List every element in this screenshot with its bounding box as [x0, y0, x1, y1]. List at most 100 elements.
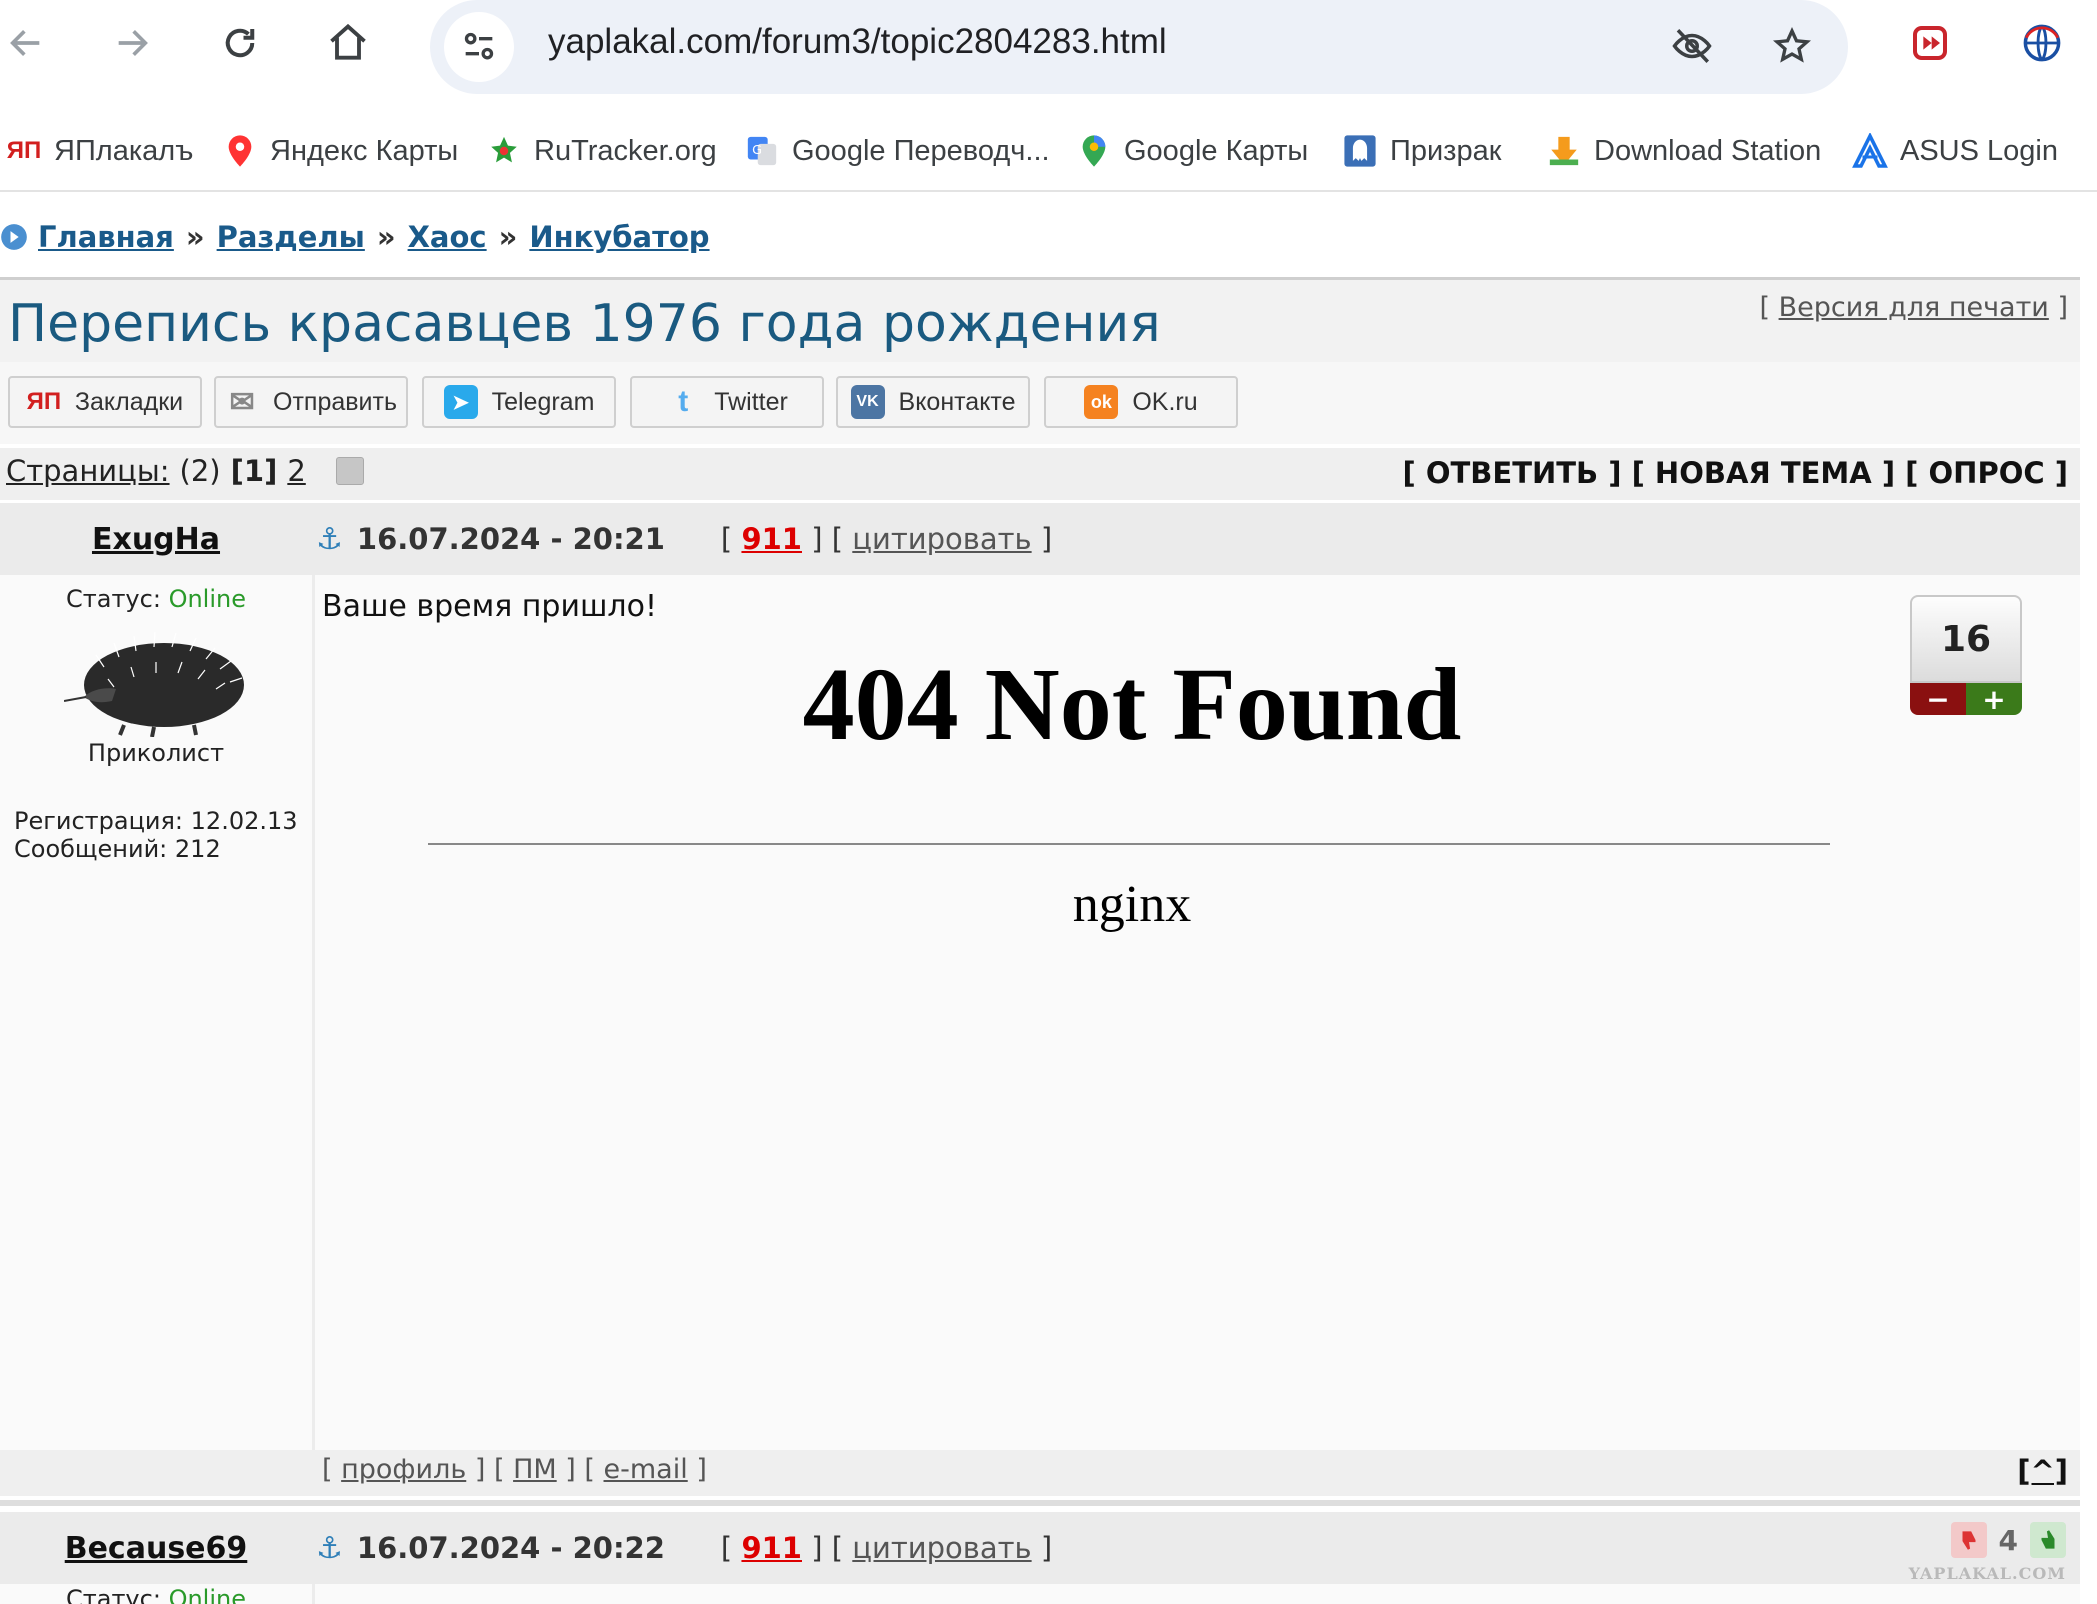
embed-divider [428, 843, 1830, 845]
post-meta: ⚓ 16.07.2024 - 20:22 [ 911 ] [ цитироват… [316, 1530, 1053, 1566]
anchor-icon[interactable]: ⚓ [316, 1531, 343, 1566]
envelope-icon: ✉ [229, 385, 255, 419]
quote-link[interactable]: цитировать [852, 522, 1031, 556]
vk-icon: VK [850, 385, 885, 419]
share-email-button[interactable]: ✉ Отправить [214, 376, 408, 428]
telegram-icon: ➤ [443, 385, 478, 419]
bookmark-rutracker[interactable]: RuTracker.org [486, 126, 717, 176]
bookmark-yaplakal[interactable]: ЯП ЯПлакалъ [6, 126, 194, 176]
download-icon [1546, 133, 1582, 169]
share-bar: ЯП Закладки ✉ Отправить ➤ Telegram t Twi… [0, 362, 2080, 444]
post-footer: [ профиль ] [ ПМ ] [ e-mail ] [^] [0, 1450, 2080, 1496]
share-vk-button[interactable]: VK Вконтакте [836, 376, 1030, 428]
breadcrumb-sections[interactable]: Разделы [217, 220, 365, 254]
post-separator-line [0, 1500, 2080, 1506]
address-bar[interactable]: yaplakal.com/forum3/topic2804283.html [430, 0, 1848, 94]
rutracker-icon [486, 133, 522, 169]
message-count: Сообщений: 212 [14, 835, 221, 863]
author-status: Статус: Online [0, 1584, 315, 1604]
yap-icon: ЯП [26, 388, 62, 415]
topic-header: Перепись красавцев 1976 года рождения [ … [0, 277, 2080, 362]
breadcrumb-separator: » [376, 220, 396, 254]
svg-text:G: G [752, 143, 762, 158]
share-telegram-button[interactable]: ➤ Telegram [422, 376, 616, 428]
breadcrumb-incubator[interactable]: Инкубатор [529, 220, 709, 254]
page-count: (2) [179, 454, 221, 488]
post-author: Because69 [0, 1512, 312, 1584]
url-text[interactable]: yaplakal.com/forum3/topic2804283.html [548, 0, 1167, 94]
print-version-link[interactable]: Версия для печати [1779, 292, 2049, 323]
bookmarks-bar: ЯП ЯПлакалъ Яндекс Карты RuTracker.org G… [0, 110, 2097, 192]
post-rating-mini: 4 [1950, 1522, 2066, 1558]
share-twitter-button[interactable]: t Twitter [630, 376, 824, 428]
rating-value: 16 [1910, 595, 2022, 683]
scroll-top-link[interactable]: [^] [2017, 1454, 2068, 1488]
email-link[interactable]: e-mail [604, 1454, 688, 1485]
bookmark-google-translate[interactable]: G Google Переводч... [744, 126, 1050, 176]
pages-label[interactable]: Страницы: [6, 454, 170, 488]
quote-link[interactable]: цитировать [852, 1531, 1031, 1565]
rating-value: 4 [1998, 1523, 2018, 1557]
eye-off-icon[interactable] [1664, 18, 1720, 74]
post-number-link[interactable]: 911 [741, 522, 802, 556]
bookmark-yandex-maps[interactable]: Яндекс Карты [222, 126, 458, 176]
extension-icon[interactable] [1904, 17, 1956, 69]
post-author: ExugHa [0, 503, 312, 575]
page-menu-icon[interactable] [335, 457, 364, 485]
site-settings-icon[interactable] [444, 12, 514, 82]
post-body: Статус: Online [0, 1584, 2080, 1604]
embed-error-title: 404 Not Found [802, 647, 1462, 762]
google-maps-icon [1076, 133, 1112, 169]
anchor-icon[interactable]: ⚓ [316, 522, 343, 557]
author-link[interactable]: Because69 [65, 1531, 248, 1566]
pagination: Страницы: (2) [1] 2 [6, 454, 364, 488]
bookmark-ghost[interactable]: Призрак [1342, 126, 1501, 176]
rating-plus-button[interactable]: + [1966, 683, 2022, 716]
post-text: Ваше время пришло! [322, 589, 657, 624]
author-link[interactable]: ExugHa [92, 522, 220, 557]
breadcrumb-home[interactable]: Главная [38, 220, 174, 254]
star-icon[interactable] [1764, 18, 1820, 74]
bookmark-google-maps[interactable]: Google Карты [1076, 126, 1308, 176]
reload-icon[interactable] [214, 17, 266, 69]
post-date: 16.07.2024 - 20:22 [356, 1531, 665, 1565]
forward-icon[interactable] [106, 17, 158, 69]
embed-server-name: nginx [1072, 876, 1192, 933]
profile-link[interactable]: профиль [341, 1454, 466, 1485]
pagination-row: Страницы: (2) [1] 2 [ ОТВЕТИТЬ ] [ НОВАЯ… [0, 448, 2080, 500]
breadcrumb-separator: » [185, 220, 205, 254]
breadcrumb-chaos[interactable]: Хаос [408, 220, 487, 254]
scroll-top: [^] [2017, 1454, 2068, 1488]
thumbs-down-icon[interactable] [1950, 1522, 1987, 1558]
ok-icon: ok [1084, 385, 1119, 419]
nav-arrow-icon [1, 224, 27, 250]
twitter-icon: t [678, 385, 689, 418]
print-version: [ Версия для печати ] [1759, 292, 2068, 323]
bookmark-download-station[interactable]: Download Station [1546, 126, 1821, 176]
post-meta: ⚓ 16.07.2024 - 20:21 [ 911 ] [ цитироват… [316, 521, 1053, 557]
avatar[interactable] [63, 627, 248, 738]
back-icon[interactable] [0, 17, 52, 69]
post-number-link[interactable]: 911 [741, 1531, 802, 1565]
asus-icon [1852, 133, 1888, 169]
thumbs-up-icon[interactable] [2030, 1522, 2066, 1558]
share-bookmarks-button[interactable]: ЯП Закладки [8, 376, 202, 428]
breadcrumb-separator: » [498, 220, 518, 254]
rating-minus-button[interactable]: − [1910, 683, 1966, 716]
author-rank: Приколист [87, 739, 225, 767]
share-ok-button[interactable]: ok OK.ru [1044, 376, 1238, 428]
home-icon[interactable] [322, 17, 374, 69]
post-rating: 16 − + [1910, 595, 2022, 717]
current-page: [1] [230, 454, 278, 488]
pm-link[interactable]: ПМ [513, 1454, 557, 1485]
map-pin-icon [222, 133, 258, 169]
post-date: 16.07.2024 - 20:21 [356, 522, 665, 556]
bookmark-asus-login[interactable]: ASUS Login [1852, 126, 2058, 176]
yaplakal-icon: ЯП [6, 137, 42, 164]
author-info: Регистрация: 12.02.13 Сообщений: 212 [14, 807, 312, 863]
page-2-link[interactable]: 2 [287, 454, 305, 488]
post-header: ExugHa ⚓ 16.07.2024 - 20:21 [ 911 ] [ ци… [0, 503, 2080, 575]
globe-icon[interactable] [2016, 17, 2068, 69]
topic-actions[interactable]: [ ОТВЕТИТЬ ] [ НОВАЯ ТЕМА ] [ ОПРОС ] [1403, 456, 2069, 490]
watermark: YAPLAKAL.COM [1908, 1564, 2066, 1583]
